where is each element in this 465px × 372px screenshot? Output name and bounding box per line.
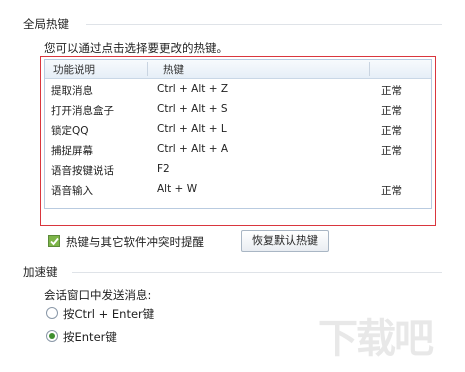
global-hotkeys-description: 您可以通过点击选择要更改的热键。 bbox=[44, 41, 228, 55]
status-cell: 正常 bbox=[381, 185, 402, 197]
hotkey-table: 功能说明 热键 提取消息 Ctrl + Alt + Z 正常 打开消息盒子 Ct… bbox=[44, 59, 432, 209]
status-cell: 正常 bbox=[381, 125, 402, 137]
column-header-hotkey[interactable]: 热键 bbox=[163, 62, 184, 77]
table-row[interactable]: 锁定QQ Ctrl + Alt + L 正常 bbox=[45, 119, 431, 139]
watermark-logo: 下载吧 bbox=[318, 316, 434, 362]
radio-button-icon[interactable] bbox=[46, 307, 58, 319]
table-row[interactable]: 提取消息 Ctrl + Alt + Z 正常 bbox=[45, 79, 431, 99]
table-row[interactable]: 打开消息盒子 Ctrl + Alt + S 正常 bbox=[45, 99, 431, 119]
column-divider bbox=[369, 62, 370, 76]
restore-default-hotkeys-button[interactable]: 恢复默认热键 bbox=[241, 230, 329, 252]
hotkey-cell: Ctrl + Alt + Z bbox=[157, 83, 229, 95]
radio-ctrl-enter-label: 按Ctrl + Enter键 bbox=[63, 307, 155, 321]
hotkey-cell: F2 bbox=[157, 163, 170, 175]
global-hotkeys-separator bbox=[86, 24, 442, 25]
radio-button-selected-icon[interactable] bbox=[46, 330, 58, 342]
column-divider bbox=[147, 62, 148, 76]
hotkey-cell: Ctrl + Alt + S bbox=[157, 103, 228, 115]
status-cell: 正常 bbox=[381, 105, 402, 117]
hotkey-cell: Ctrl + Alt + A bbox=[157, 143, 229, 155]
table-row[interactable]: 捕捉屏幕 Ctrl + Alt + A 正常 bbox=[45, 139, 431, 159]
status-cell: 正常 bbox=[381, 145, 402, 157]
table-row[interactable]: 语音输入 Alt + W 正常 bbox=[45, 179, 431, 199]
hotkey-table-header: 功能说明 热键 bbox=[45, 60, 431, 79]
radio-enter-label: 按Enter键 bbox=[63, 330, 117, 344]
function-cell: 锁定QQ bbox=[51, 125, 89, 137]
function-cell: 语音按键说话 bbox=[51, 165, 114, 177]
accelerator-description: 会话窗口中发送消息: bbox=[44, 288, 152, 302]
conflict-reminder-label: 热键与其它软件冲突时提醒 bbox=[66, 235, 204, 249]
column-header-function[interactable]: 功能说明 bbox=[53, 62, 95, 77]
table-row[interactable]: 语音按键说话 F2 bbox=[45, 159, 431, 179]
status-cell: 正常 bbox=[381, 85, 402, 97]
global-hotkeys-title: 全局热键 bbox=[23, 17, 69, 31]
accelerator-title: 加速键 bbox=[23, 265, 58, 279]
hotkey-cell: Alt + W bbox=[157, 183, 198, 195]
hotkey-cell: Ctrl + Alt + L bbox=[157, 123, 227, 135]
function-cell: 捕捉屏幕 bbox=[51, 145, 93, 157]
checkbox-checked-icon[interactable] bbox=[48, 235, 60, 247]
function-cell: 语音输入 bbox=[51, 185, 93, 197]
accelerator-separator bbox=[72, 272, 442, 273]
function-cell: 提取消息 bbox=[51, 85, 93, 97]
function-cell: 打开消息盒子 bbox=[51, 105, 114, 117]
